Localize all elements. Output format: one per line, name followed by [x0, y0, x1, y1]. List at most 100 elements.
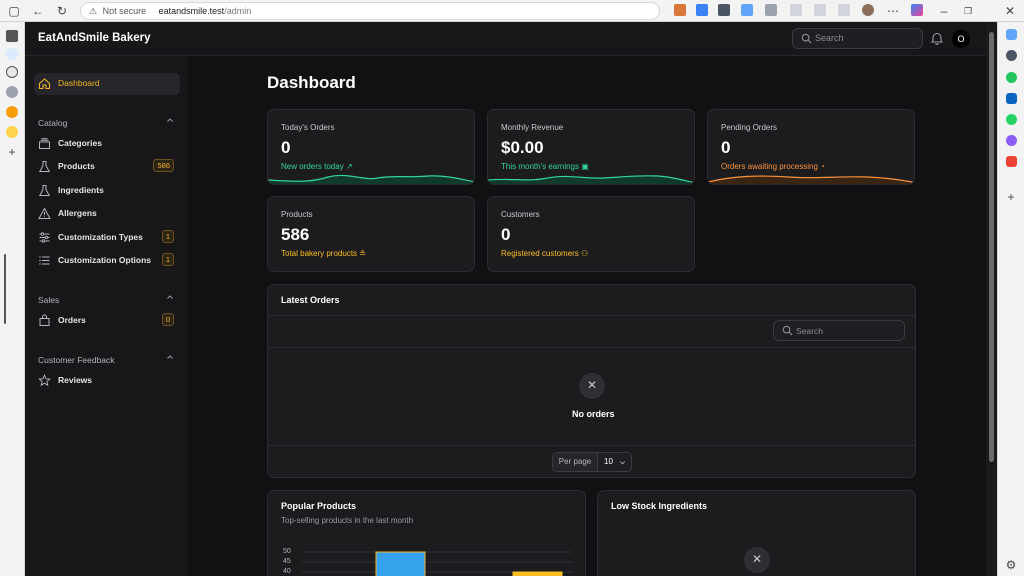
sidebar-app-icon[interactable]: [1006, 29, 1017, 40]
profile-avatar[interactable]: [862, 4, 874, 16]
list-icon: [39, 256, 50, 265]
extensions-icon[interactable]: [765, 4, 777, 16]
scroll-thumb[interactable]: [989, 32, 994, 462]
tab-icon[interactable]: [6, 30, 18, 42]
group-label: Customer Feedback: [38, 355, 115, 365]
stat-label: Products: [281, 210, 313, 219]
sidebar-item-reviews[interactable]: Reviews: [38, 372, 180, 390]
brand-name[interactable]: EatAndSmile Bakery: [38, 32, 151, 44]
stat-desc-text: Registered customers: [501, 249, 579, 258]
sidebar-group-sales[interactable]: Sales: [38, 292, 180, 306]
section-subtitle: Top-selling products in the last month: [281, 516, 414, 525]
sidebar-item-label: Reviews: [58, 375, 93, 385]
screenshot-icon[interactable]: [838, 4, 850, 16]
stat-label: Today's Orders: [281, 123, 335, 132]
divider: [268, 315, 915, 316]
sidebar-item-ingredients[interactable]: Ingredients: [38, 182, 180, 200]
popular-products-chart: 50 45 40: [268, 546, 585, 576]
tab-icon[interactable]: [6, 106, 18, 118]
empty-state-text: No orders: [572, 409, 615, 419]
minimize-icon[interactable]: –: [936, 3, 952, 19]
extension-icon[interactable]: [718, 4, 730, 16]
count-badge: 0: [161, 313, 174, 326]
sidebar-item-allergens[interactable]: Allergens: [38, 205, 180, 223]
divider: [268, 347, 915, 348]
user-avatar[interactable]: O: [952, 30, 970, 48]
copilot-icon[interactable]: [911, 4, 923, 16]
stat-value: 0: [721, 138, 731, 157]
close-icon[interactable]: ✕: [1002, 3, 1018, 19]
url-host: eatandsmile.test: [158, 6, 225, 16]
downloads-icon[interactable]: [814, 4, 826, 16]
empty-state-x-icon: ✕: [744, 547, 770, 573]
sidebar-item-categories[interactable]: Categories: [38, 135, 180, 153]
active-tab-globe-icon[interactable]: [6, 66, 18, 78]
gmail-icon[interactable]: [1006, 156, 1017, 167]
sidebar-item-label: Categories: [58, 138, 102, 148]
flask-icon: [38, 161, 51, 172]
stat-card-todays-orders: Today's Orders 0 New orders today ↗: [267, 109, 475, 185]
search-icon: [782, 325, 793, 336]
tab-icon[interactable]: [6, 126, 18, 138]
sliders-icon: [39, 232, 50, 243]
sidebar-item-dashboard-content[interactable]: Dashboard: [38, 75, 180, 93]
sidebar-item-products[interactable]: Products 586: [38, 158, 180, 176]
orders-search-input[interactable]: Search: [773, 320, 905, 341]
settings-gear-icon[interactable]: ⚙: [1003, 557, 1019, 573]
warning-icon: ⚠: [89, 6, 98, 16]
favorites-icon[interactable]: [790, 4, 802, 16]
group-label: Catalog: [38, 118, 68, 128]
reload-icon[interactable]: ↻: [54, 3, 70, 19]
restore-icon[interactable]: ❐: [960, 3, 976, 19]
page-scrollbar[interactable]: [986, 22, 997, 576]
tab-icon[interactable]: [6, 86, 18, 98]
chevron-up-icon: [167, 118, 173, 122]
notifications-bell-icon[interactable]: [931, 32, 943, 45]
sidebar-item-label: Customization Options: [58, 255, 152, 265]
chevron-up-icon: [167, 295, 173, 299]
extension-icon[interactable]: [674, 4, 686, 16]
sidebar-item-customization-options[interactable]: Customization Options 1: [38, 252, 180, 270]
chart-bar[interactable]: [375, 551, 426, 576]
sidebar-item-customization-types[interactable]: Customization Types 1: [38, 229, 180, 247]
whatsapp-icon[interactable]: [1006, 114, 1017, 125]
stat-label: Monthly Revenue: [501, 123, 564, 132]
tab-actions-icon[interactable]: ▢: [6, 3, 22, 19]
back-icon[interactable]: ←: [30, 3, 46, 19]
address-bar[interactable]: ⚠ Not secure eatandsmile.test/admin: [80, 2, 660, 20]
global-search-input[interactable]: Search: [792, 28, 923, 49]
bar-chart-svg: [302, 551, 572, 576]
app-topbar: EatAndSmile Bakery Search O: [25, 22, 986, 56]
section-title: Latest Orders: [281, 295, 340, 305]
stat-value: $0.00: [501, 138, 544, 157]
chevron-down-icon: [620, 461, 625, 465]
tab-icon[interactable]: [6, 48, 18, 60]
divider: [268, 445, 915, 446]
browser-vertical-tabs: +: [0, 22, 25, 576]
more-icon[interactable]: ⋯: [885, 3, 901, 19]
per-page-value: 10: [604, 457, 613, 466]
stat-card-customers: Customers 0 Registered customers ⚇: [487, 196, 695, 272]
stat-value: 0: [501, 225, 511, 244]
per-page-select[interactable]: Per page 10: [552, 452, 632, 472]
search-icon[interactable]: [1006, 50, 1017, 61]
search-placeholder: Search: [796, 326, 823, 336]
chart-bar[interactable]: [512, 571, 563, 576]
add-sidebar-app-icon[interactable]: +: [1003, 189, 1019, 205]
per-page-label: Per page: [553, 453, 598, 471]
new-tab-icon[interactable]: +: [4, 144, 20, 160]
extension-icon[interactable]: [741, 4, 753, 16]
stat-card-products: Products 586 Total bakery products ≗: [267, 196, 475, 272]
sidebar: Dashboard Catalog Categories Products 58…: [25, 56, 188, 576]
sidebar-item-orders[interactable]: Orders 0: [38, 312, 180, 330]
sidebar-app-icon[interactable]: [1006, 72, 1017, 83]
stat-description: Registered customers ⚇: [501, 249, 588, 258]
page-title: Dashboard: [267, 73, 356, 92]
search-placeholder: Search: [815, 33, 844, 43]
messenger-icon[interactable]: [1006, 135, 1017, 146]
linkedin-icon[interactable]: [1006, 93, 1017, 104]
extension-icon[interactable]: [696, 4, 708, 16]
stat-card-monthly-revenue: Monthly Revenue $0.00 This month's earni…: [487, 109, 695, 185]
sidebar-group-catalog[interactable]: Catalog: [38, 115, 180, 129]
sidebar-group-customer-feedback[interactable]: Customer Feedback: [38, 352, 180, 366]
